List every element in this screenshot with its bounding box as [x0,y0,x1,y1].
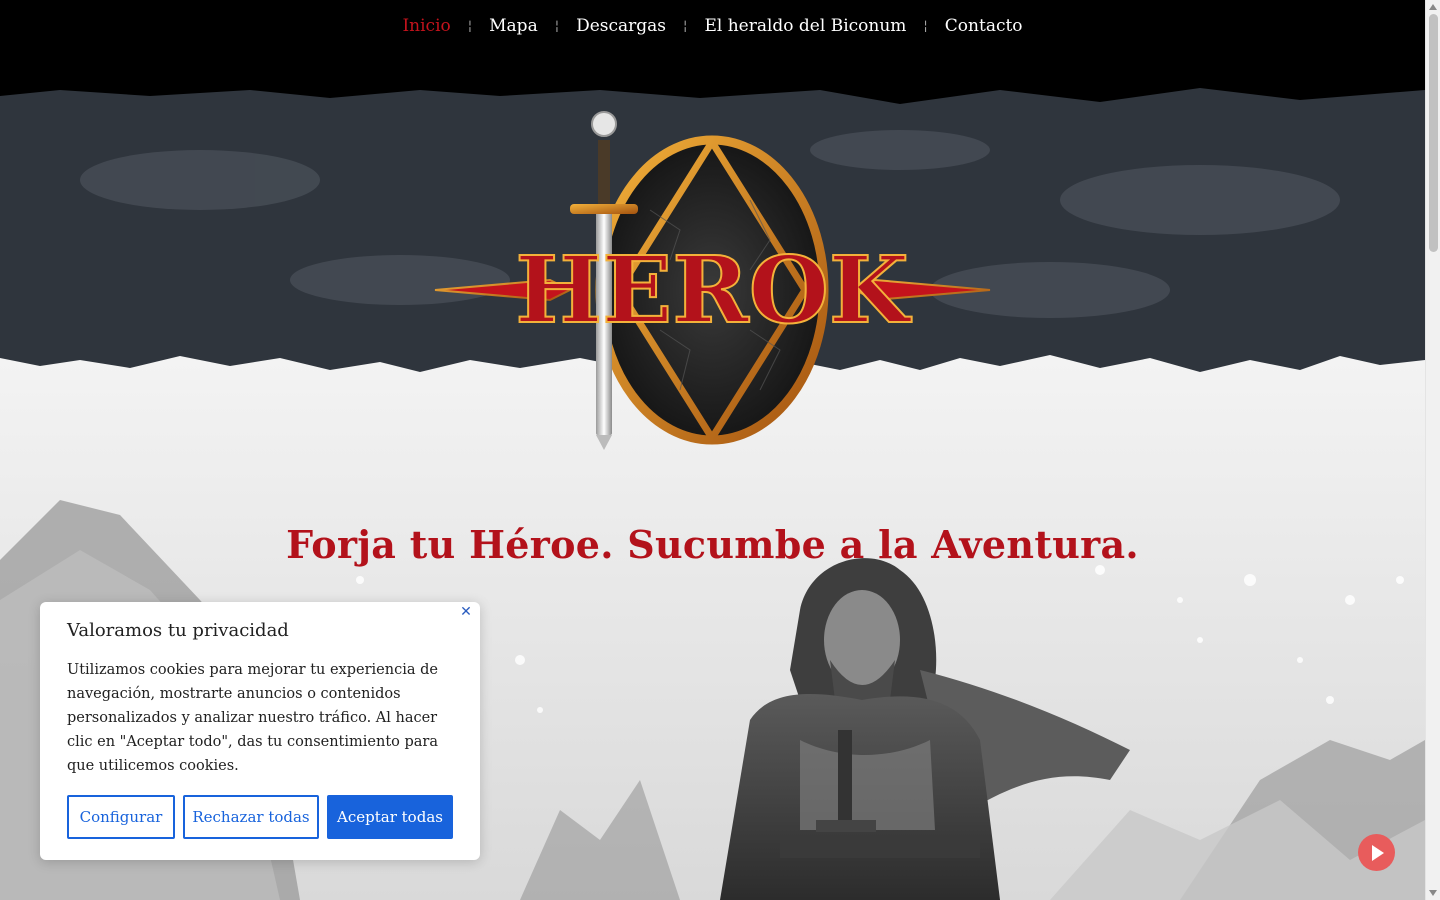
nav-separator: ¦ [467,18,473,34]
play-music-button[interactable] [1358,834,1395,871]
nav-item-mapa[interactable]: Mapa [487,16,540,36]
configure-button[interactable]: Configurar [67,795,175,839]
nav-item-descargas[interactable]: Descargas [574,16,668,36]
scroll-thumb[interactable] [1429,14,1438,252]
cookie-consent-dialog: ✕ Valoramos tu privacidad Utilizamos coo… [40,602,480,860]
scroll-up-arrow-icon[interactable] [1429,4,1437,10]
main-nav: Inicio ¦ Mapa ¦ Descargas ¦ El heraldo d… [0,16,1425,36]
nav-separator: ¦ [683,18,688,34]
nav-separator: ¦ [923,18,928,34]
vertical-scrollbar[interactable] [1425,0,1440,900]
nav-item-inicio[interactable]: Inicio [400,16,452,36]
top-navbar: Inicio ¦ Mapa ¦ Descargas ¦ El heraldo d… [0,0,1425,60]
play-icon [1372,844,1384,861]
nav-item-contacto[interactable]: Contacto [943,16,1025,36]
nav-separator: ¦ [554,18,560,34]
warrior-illustration [720,558,1130,900]
accept-all-button[interactable]: Aceptar todas [327,795,453,839]
cookie-buttons: Configurar Rechazar todas Aceptar todas [67,795,453,839]
nav-item-heraldo[interactable]: El heraldo del Biconum [702,16,908,36]
herok-logo: HEROK [434,111,991,450]
scroll-down-arrow-icon[interactable] [1429,890,1437,896]
cookie-body: Utilizamos cookies para mejorar tu exper… [67,662,438,774]
reject-all-button[interactable]: Rechazar todas [183,795,319,839]
logo-wordmark: HEROK [515,236,912,344]
cookie-title: Valoramos tu privacidad [67,620,289,641]
close-icon[interactable]: ✕ [458,604,474,620]
